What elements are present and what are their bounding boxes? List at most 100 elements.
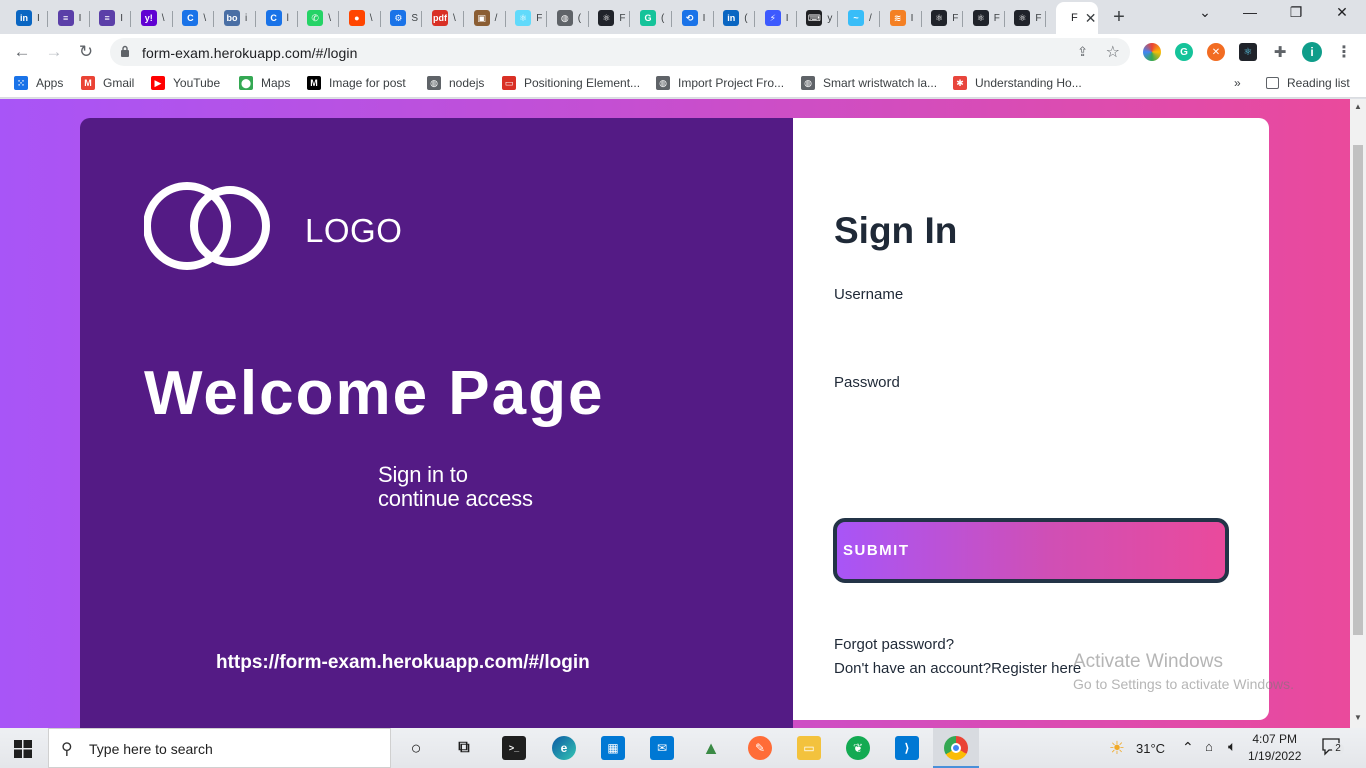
tab-c[interactable]: C \	[172, 4, 215, 32]
mongodb-icon[interactable]: ❦	[846, 736, 870, 760]
bookmark-label: Positioning Element...	[524, 76, 641, 90]
back-button[interactable]: ←	[10, 40, 34, 64]
taskbar-search-box[interactable]: ⚲ Type here to search	[48, 728, 391, 768]
close-tab-icon[interactable]: ✕	[1085, 10, 1097, 27]
tab-bolt[interactable]: ⚡ I	[755, 4, 797, 32]
chrome-icon[interactable]	[944, 736, 968, 760]
tab-c[interactable]: Cl	[256, 4, 298, 32]
bookmark-apps[interactable]: ⁙ Apps	[14, 76, 63, 90]
tab-stackoverflow[interactable]: ≋ I	[880, 4, 922, 32]
share-icon[interactable]: ⇪	[1077, 44, 1088, 60]
register-link[interactable]: Don't have an account?Register here	[834, 660, 1081, 677]
clock-time: 4:07 PM	[1252, 732, 1298, 746]
tab-active[interactable]: F ✕	[1056, 2, 1098, 34]
submit-button[interactable]: SUBMIT	[833, 518, 1229, 583]
color-wheel-extension-icon[interactable]	[1143, 43, 1161, 61]
minimize-button[interactable]: —	[1230, 4, 1270, 20]
page-url-text: https://form-exam.herokuapp.com/#/login	[216, 652, 590, 673]
tab-list[interactable]: ≡ I	[48, 4, 90, 32]
tab-react[interactable]: ⚛ F	[505, 4, 548, 32]
bookmark-youtube[interactable]: ▶ YouTube	[151, 76, 220, 90]
network-icon[interactable]: ⌂	[1205, 739, 1213, 754]
tab-reddit[interactable]: ● \	[339, 4, 381, 32]
tab-tailwind[interactable]: ~ /	[838, 4, 880, 32]
volume-icon[interactable]: 🔈︎	[1228, 738, 1236, 755]
weather-icon[interactable]: ☀	[1105, 736, 1129, 760]
tab-keyboard[interactable]: ⌨ y	[796, 4, 839, 32]
username-input[interactable]	[834, 314, 1228, 344]
bookmark-positioning-element[interactable]: ▭ Positioning Element...	[502, 76, 640, 90]
page-scrollbar[interactable]: ▲ ▼	[1350, 99, 1366, 728]
scrollbar-thumb[interactable]	[1353, 145, 1363, 635]
tab-gear[interactable]: ⚙ S	[380, 4, 423, 32]
bookmark-maps[interactable]: ⬤ Maps	[239, 76, 290, 90]
tab-search-chevron-icon[interactable]: ⌄	[1185, 4, 1225, 21]
tab-label: F	[1035, 12, 1042, 24]
scroll-down-arrow-icon[interactable]: ▼	[1354, 713, 1362, 722]
tab-devtools[interactable]: ▣ /	[464, 4, 506, 32]
tab-label: (	[661, 12, 665, 24]
devtools-icon: ▣	[473, 10, 490, 26]
scroll-up-arrow-icon[interactable]: ▲	[1354, 102, 1362, 111]
task-view-icon[interactable]: ⧉	[452, 736, 476, 760]
globe-icon: ◍	[556, 10, 573, 26]
bookmark-smart-wristwatch-la[interactable]: ◍ Smart wristwatch la...	[801, 76, 937, 90]
tab-react-dark[interactable]: ⚛ F	[1004, 4, 1047, 32]
tab-globe[interactable]: ◍(	[547, 4, 589, 32]
tab-react-dark[interactable]: ⚛ F	[963, 4, 1005, 32]
microsoft-store-icon[interactable]: ▦	[601, 736, 625, 760]
yahoo-icon: y!	[140, 10, 157, 26]
tab-bo[interactable]: bo i	[214, 4, 256, 32]
bookmark-nodejs[interactable]: ◍ nodejs	[427, 76, 484, 90]
tab-pdf[interactable]: pdf \	[422, 4, 464, 32]
tab-whatsapp[interactable]: ✆ \	[297, 4, 340, 32]
address-bar[interactable]: form-exam.herokuapp.com/#/login ⇪ ☆	[110, 38, 1130, 66]
tab-linkedin[interactable]: in I	[6, 4, 48, 32]
taskbar-clock[interactable]: 4:07 PM 1/19/2022	[1248, 731, 1301, 765]
tab-yahoo[interactable]: y! \	[131, 4, 173, 32]
grammarly-extension-icon[interactable]: G	[1175, 43, 1193, 61]
postman-icon[interactable]: ✎	[748, 736, 772, 760]
reload-button[interactable]: ↻	[74, 40, 98, 64]
active-tab-label: F	[1071, 12, 1078, 24]
bookmark-image-for-post[interactable]: M Image for post	[307, 76, 406, 90]
temperature-text[interactable]: 31°C	[1136, 741, 1165, 756]
forgot-password-link[interactable]: Forgot password?	[834, 636, 954, 653]
rocket-app-icon[interactable]: ▲	[699, 736, 723, 760]
password-input[interactable]	[834, 402, 1228, 432]
tab-react-dark[interactable]: ⚛ F	[921, 4, 964, 32]
bookmark-import-project-fro[interactable]: ◍ Import Project Fro...	[656, 76, 784, 90]
mail-icon[interactable]: ✉	[650, 736, 674, 760]
orange-extension-icon[interactable]: ✕	[1207, 43, 1225, 61]
tab-list[interactable]: ≡ I	[89, 4, 132, 32]
file-explorer-icon[interactable]: ▭	[797, 736, 821, 760]
vscode-icon[interactable]: ⟩	[895, 736, 919, 760]
reading-list-button[interactable]: Reading list	[1266, 76, 1350, 90]
search-icon: ⚲	[61, 741, 73, 758]
menu-kebab-icon[interactable]: ⋮	[1335, 43, 1353, 61]
react-devtools-extension-icon[interactable]: ⚛	[1239, 43, 1257, 61]
bookmark-star-icon[interactable]: ☆	[1106, 42, 1120, 62]
new-tab-button[interactable]: +	[1108, 6, 1130, 29]
extensions-puzzle-icon[interactable]: ✚	[1271, 43, 1289, 61]
tab-grammarly[interactable]: G(	[630, 4, 672, 32]
bookmark-gmail[interactable]: M Gmail	[81, 76, 134, 90]
close-window-button[interactable]: ✕	[1322, 4, 1362, 21]
tab-linkedin[interactable]: in (	[713, 4, 756, 32]
profile-avatar[interactable]: i	[1302, 42, 1322, 62]
tray-chevron-up-icon[interactable]: ⌃	[1182, 739, 1194, 756]
more-bookmarks-button[interactable]: »	[1234, 76, 1241, 90]
restore-button[interactable]: ❐	[1276, 4, 1316, 21]
tab-react-dark[interactable]: ⚛ F	[588, 4, 631, 32]
stackoverflow-icon: ≋	[889, 10, 906, 26]
notification-center-icon[interactable]: 2	[1322, 738, 1344, 756]
forward-button[interactable]: →	[42, 40, 66, 64]
edge-icon[interactable]: e	[552, 736, 576, 760]
windows-start-icon[interactable]	[14, 740, 32, 758]
bookmark-label: Maps	[261, 76, 291, 90]
terminal-icon[interactable]: >_	[502, 736, 526, 760]
cortana-icon[interactable]: ○	[404, 736, 428, 760]
watermark-line-2: Go to Settings to activate Windows.	[1073, 676, 1294, 692]
tab-history[interactable]: ⟲ I	[672, 4, 714, 32]
bookmark-understanding-ho[interactable]: ✱ Understanding Ho...	[953, 76, 1082, 90]
